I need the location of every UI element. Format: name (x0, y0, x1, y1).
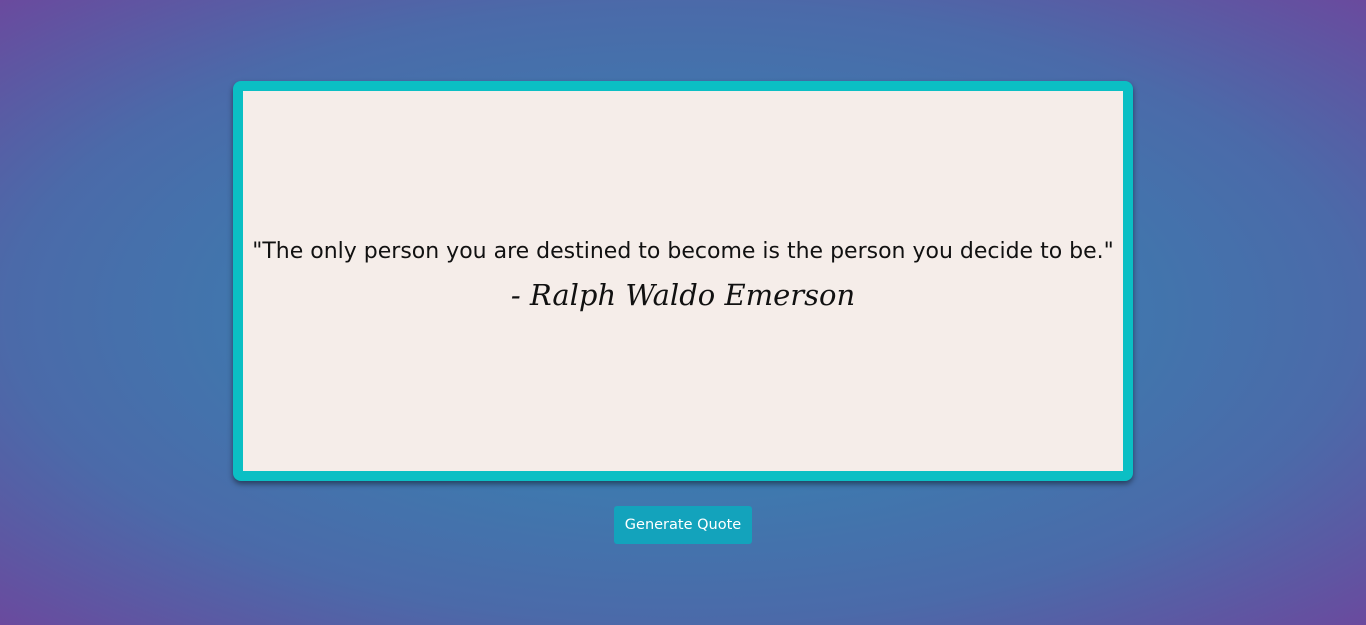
quote-panel: "The only person you are destined to bec… (243, 91, 1123, 471)
quote-text: "The only person you are destined to bec… (252, 238, 1114, 264)
page-background: { "quote": { "text": "\"The only person … (0, 0, 1366, 625)
generate-quote-button[interactable]: Generate Quote (614, 506, 752, 544)
quote-card: "The only person you are destined to bec… (233, 81, 1133, 481)
quote-author: - Ralph Waldo Emerson (510, 277, 856, 312)
